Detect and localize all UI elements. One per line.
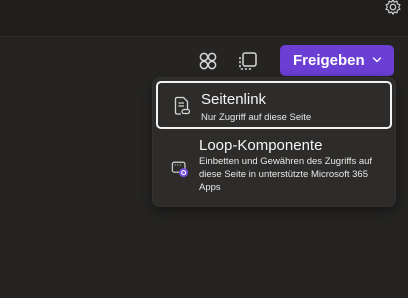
settings-icon[interactable] (384, 0, 402, 16)
top-bar (0, 0, 408, 37)
menu-item-description: Nur Zugriff auf diese Seite (201, 112, 312, 123)
copy-icon[interactable] (237, 50, 259, 72)
menu-item-description: Einbetten und Gewähren des Zugriffs auf … (199, 156, 373, 193)
share-button[interactable]: Freigeben (280, 45, 394, 76)
loop-component-icon (171, 161, 189, 178)
share-menu: Seitenlink Nur Zugriff auf diese Seite L… (152, 77, 396, 207)
menu-item-title: Loop-Komponente (199, 137, 323, 154)
share-button-label: Freigeben (293, 52, 365, 69)
apps-icon[interactable] (197, 50, 219, 72)
page: Freigeben Seitenlink Nur Zugriff auf die… (0, 0, 408, 298)
menu-item-loop-component[interactable]: Loop-Komponente Einbetten und Gewähren d… (156, 134, 392, 202)
menu-item-page-link[interactable]: Seitenlink Nur Zugriff auf diese Seite (156, 81, 392, 129)
page-link-icon (174, 96, 191, 115)
menu-item-title: Seitenlink (201, 91, 267, 108)
chevron-down-icon (372, 57, 382, 63)
